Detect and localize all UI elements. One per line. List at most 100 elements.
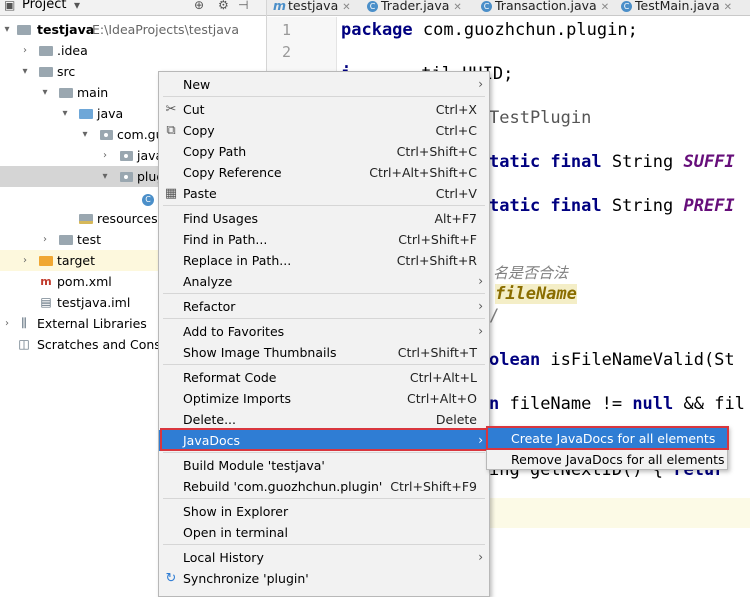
menu-item-replace-in-path[interactable]: Replace in Path... Ctrl+Shift+R (159, 250, 489, 271)
menu-separator (163, 452, 485, 453)
menu-separator (163, 293, 485, 294)
sync-icon: ↻ (165, 571, 177, 586)
line-number: 2 (281, 43, 291, 61)
project-view-icon[interactable]: ▣ (4, 0, 15, 12)
tree-item-path: E:\IdeaProjects\testjava (92, 22, 239, 37)
context-menu: New › ✂ Cut Ctrl+X ⧉ Copy Ctrl+C Copy Path Ctr… (158, 71, 490, 597)
tree-item-label: testjava.iml (57, 295, 131, 310)
tree-item-label: src (57, 64, 76, 79)
menu-item-synchronize[interactable]: ↻ Synchronize 'plugin' (159, 568, 489, 589)
code-line-method: olean isFileNameValid(St (489, 350, 735, 370)
module-m-icon: m (273, 0, 287, 13)
menu-item-local-history[interactable]: Local History › (159, 547, 489, 568)
menu-item-rebuild[interactable]: Rebuild 'com.guozhchun.plugin' Ctrl+Shift… (159, 476, 489, 497)
menu-item-build-module[interactable]: Build Module 'testjava' (159, 455, 489, 476)
chevron-down-icon[interactable]: ▾ (60, 103, 70, 124)
class-icon: C (367, 1, 378, 12)
excluded-folder-icon (38, 250, 54, 272)
menu-item-new[interactable]: New › (159, 74, 489, 95)
copy-icon: ⧉ (166, 123, 176, 138)
tree-item-idea[interactable]: › .idea (0, 40, 266, 61)
menu-item-copy[interactable]: ⧉ Copy Ctrl+C (159, 120, 489, 141)
tree-item-label: Scratches and Conso (37, 337, 169, 352)
menu-item-optimize-imports[interactable]: Optimize Imports Ctrl+Alt+O (159, 388, 489, 409)
menu-item-copy-reference[interactable]: Copy Reference Ctrl+Alt+Shift+C (159, 162, 489, 183)
folder-icon (38, 40, 54, 62)
chevron-right-icon: › (478, 274, 483, 288)
menu-item-show-in-explorer[interactable]: Show in Explorer (159, 501, 489, 522)
tab-label: Trader.java (381, 0, 450, 13)
menu-separator (163, 318, 485, 319)
scratches-icon: ◫ (18, 337, 30, 351)
project-title[interactable]: Project (22, 0, 66, 12)
menu-item-analyze[interactable]: Analyze › (159, 271, 489, 292)
code-line-prefix: tatic final String PREFI (489, 196, 735, 216)
maven-icon: m (40, 275, 52, 288)
hide-icon[interactable]: ⊣ (238, 0, 248, 12)
tab-testjava[interactable]: m testjava ✕ (273, 0, 351, 15)
menu-item-delete[interactable]: Delete... Delete (159, 409, 489, 430)
package-icon (98, 124, 114, 146)
chevron-right-icon: › (478, 299, 483, 313)
tree-item-label: pom.xml (57, 274, 112, 289)
tree-item-label: .idea (57, 43, 88, 58)
tree-item-label: testjava (37, 22, 95, 37)
chevron-right-icon[interactable]: › (100, 145, 110, 166)
chevron-down-icon[interactable]: ▾ (20, 61, 30, 82)
menu-item-find-in-path[interactable]: Find in Path... Ctrl+Shift+F (159, 229, 489, 250)
tree-item-label: test (77, 232, 102, 247)
menu-separator (163, 364, 485, 365)
menu-item-show-image-thumbnails[interactable]: Show Image Thumbnails Ctrl+Shift+T (159, 342, 489, 363)
class-icon: C (481, 1, 492, 12)
editor-tab-bar: m testjava ✕ C Trader.java ✕ C Transaction.ja… (267, 0, 750, 16)
tree-item-label: main (77, 85, 109, 100)
paste-icon: ▦ (164, 186, 178, 201)
chevron-right-icon: › (478, 324, 483, 338)
tab-testmain[interactable]: C TestMain.java ✕ (621, 0, 732, 15)
close-icon[interactable]: ✕ (601, 2, 609, 13)
chevron-right-icon[interactable]: › (40, 229, 50, 250)
gear-icon[interactable]: ⚙ (218, 0, 229, 12)
submenu-item-remove-javadocs[interactable]: Remove JavaDocs for all elements (487, 449, 727, 470)
folder-icon (16, 19, 32, 41)
chevron-right-icon[interactable]: › (20, 40, 30, 61)
code-line-1: package com.guozhchun.plugin; (341, 20, 638, 40)
menu-item-paste[interactable]: ▦ Paste Ctrl+V (159, 183, 489, 204)
line-number: 1 (281, 21, 291, 39)
tab-transaction[interactable]: C Transaction.java ✕ (481, 0, 609, 15)
code-line-return: n fileName != null && fil (489, 394, 745, 414)
source-folder-icon (78, 103, 94, 125)
code-line-class: TestPlugin (489, 108, 592, 128)
chevron-right-icon[interactable]: › (20, 250, 30, 271)
menu-separator (163, 96, 485, 97)
tree-item-label: resources (97, 211, 158, 226)
menu-item-open-in-terminal[interactable]: Open in terminal (159, 522, 489, 543)
menu-item-cut[interactable]: ✂ Cut Ctrl+X (159, 99, 489, 120)
libraries-icon: ⫼ (21, 316, 27, 330)
chevron-right-icon[interactable]: › (2, 313, 12, 334)
module-file-icon: ▤ (40, 295, 52, 309)
close-icon[interactable]: ✕ (342, 2, 350, 13)
class-icon: C (140, 187, 156, 208)
chevron-down-icon[interactable]: ▾ (40, 82, 50, 103)
chevron-down-icon[interactable]: ▾ (80, 124, 90, 145)
chevron-down-icon[interactable]: ▾ (2, 19, 12, 40)
tree-item-testjava[interactable]: ▾ testjava E:\IdeaProjects\testjava (0, 19, 266, 40)
close-icon[interactable]: ✕ (724, 2, 732, 13)
menu-item-refactor[interactable]: Refactor › (159, 296, 489, 317)
menu-item-find-usages[interactable]: Find Usages Alt+F7 (159, 208, 489, 229)
chevron-down-icon[interactable]: ▾ (100, 166, 110, 187)
tree-item-label: com.gu (117, 127, 164, 142)
tree-item-label: External Libraries (37, 316, 147, 331)
close-icon[interactable]: ✕ (453, 2, 461, 13)
menu-item-reformat-code[interactable]: Reformat Code Ctrl+Alt+L (159, 367, 489, 388)
tab-label: testjava (288, 0, 339, 13)
tab-trader[interactable]: C Trader.java ✕ (367, 0, 462, 15)
menu-item-copy-path[interactable]: Copy Path Ctrl+Shift+C (159, 141, 489, 162)
code-javadoc-param: fileName (495, 284, 577, 304)
folder-icon (58, 229, 74, 251)
chevron-right-icon: › (478, 77, 483, 91)
menu-item-add-to-favorites[interactable]: Add to Favorites › (159, 321, 489, 342)
chevron-down-icon[interactable]: ▾ (74, 0, 80, 12)
sync-icon[interactable]: ⊕ (194, 0, 204, 12)
